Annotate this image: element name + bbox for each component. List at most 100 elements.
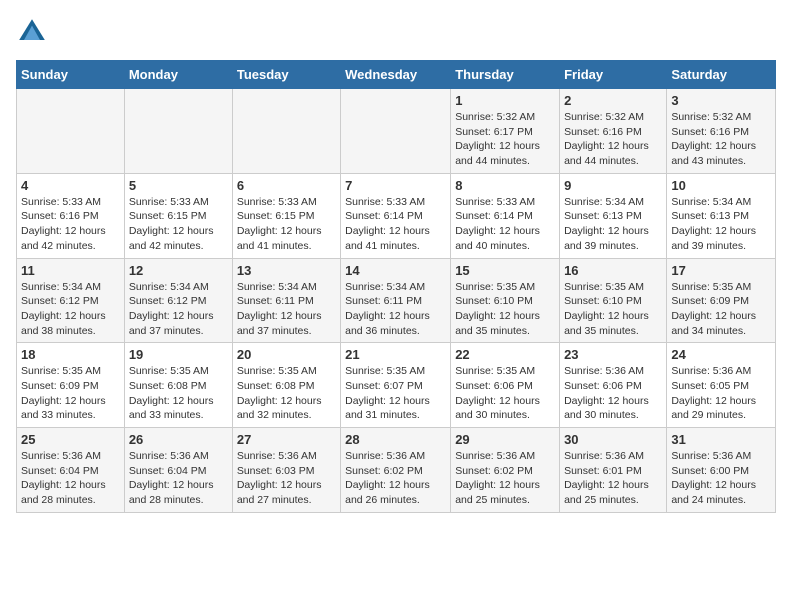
calendar-cell: 15 Sunrise: 5:35 AM Sunset: 6:10 PM Dayli… bbox=[451, 258, 560, 343]
day-number: 24 bbox=[671, 347, 771, 362]
day-number: 8 bbox=[455, 178, 555, 193]
day-number: 1 bbox=[455, 93, 555, 108]
day-number: 30 bbox=[564, 432, 662, 447]
day-number: 21 bbox=[345, 347, 446, 362]
day-number: 17 bbox=[671, 263, 771, 278]
day-number: 14 bbox=[345, 263, 446, 278]
day-info: Sunrise: 5:33 AM Sunset: 6:14 PM Dayligh… bbox=[455, 195, 555, 254]
day-info: Sunrise: 5:32 AM Sunset: 6:16 PM Dayligh… bbox=[564, 110, 662, 169]
day-number: 3 bbox=[671, 93, 771, 108]
day-number: 11 bbox=[21, 263, 120, 278]
calendar-cell: 6 Sunrise: 5:33 AM Sunset: 6:15 PM Daylig… bbox=[232, 173, 340, 258]
day-number: 2 bbox=[564, 93, 662, 108]
day-number: 31 bbox=[671, 432, 771, 447]
calendar-cell bbox=[17, 89, 125, 174]
day-info: Sunrise: 5:36 AM Sunset: 6:03 PM Dayligh… bbox=[237, 449, 336, 508]
day-info: Sunrise: 5:35 AM Sunset: 6:09 PM Dayligh… bbox=[21, 364, 120, 423]
calendar-cell: 29 Sunrise: 5:36 AM Sunset: 6:02 PM Dayli… bbox=[451, 428, 560, 513]
calendar-cell: 28Sunrise: 5:36 AM Sunset: 6:02 PM Dayli… bbox=[341, 428, 451, 513]
calendar-week-row: 11 Sunrise: 5:34 AM Sunset: 6:12 PM Dayli… bbox=[17, 258, 776, 343]
calendar-cell: 7 Sunrise: 5:33 AM Sunset: 6:14 PM Daylig… bbox=[341, 173, 451, 258]
column-header-sunday: Sunday bbox=[17, 61, 125, 89]
day-info: Sunrise: 5:35 AM Sunset: 6:08 PM Dayligh… bbox=[129, 364, 228, 423]
calendar-cell: 19 Sunrise: 5:35 AM Sunset: 6:08 PM Dayli… bbox=[124, 343, 232, 428]
day-number: 16 bbox=[564, 263, 662, 278]
day-info: Sunrise: 5:33 AM Sunset: 6:15 PM Dayligh… bbox=[237, 195, 336, 254]
calendar-week-row: 4 Sunrise: 5:33 AM Sunset: 6:16 PM Daylig… bbox=[17, 173, 776, 258]
calendar-cell: 27 Sunrise: 5:36 AM Sunset: 6:03 PM Dayli… bbox=[232, 428, 340, 513]
calendar-cell: 25Sunrise: 5:36 AM Sunset: 6:04 PM Dayli… bbox=[17, 428, 125, 513]
calendar-week-row: 18 Sunrise: 5:35 AM Sunset: 6:09 PM Dayli… bbox=[17, 343, 776, 428]
day-number: 10 bbox=[671, 178, 771, 193]
calendar-cell: 18 Sunrise: 5:35 AM Sunset: 6:09 PM Dayli… bbox=[17, 343, 125, 428]
day-info: Sunrise: 5:36 AM Sunset: 6:04 PM Dayligh… bbox=[129, 449, 228, 508]
day-info: Sunrise: 5:34 AM Sunset: 6:13 PM Dayligh… bbox=[564, 195, 662, 254]
day-info: Sunrise: 5:35 AM Sunset: 6:08 PM Dayligh… bbox=[237, 364, 336, 423]
logo-icon bbox=[16, 16, 48, 48]
calendar-cell: 30 Sunrise: 5:36 AM Sunset: 6:01 PM Dayli… bbox=[560, 428, 667, 513]
day-info: Sunrise: 5:35 AM Sunset: 6:10 PM Dayligh… bbox=[564, 280, 662, 339]
calendar-cell: 17 Sunrise: 5:35 AM Sunset: 6:09 PM Dayli… bbox=[667, 258, 776, 343]
column-header-thursday: Thursday bbox=[451, 61, 560, 89]
day-info: Sunrise: 5:34 AM Sunset: 6:11 PM Dayligh… bbox=[237, 280, 336, 339]
calendar-cell: 10Sunrise: 5:34 AM Sunset: 6:13 PM Dayli… bbox=[667, 173, 776, 258]
day-number: 20 bbox=[237, 347, 336, 362]
calendar-cell: 1 Sunrise: 5:32 AM Sunset: 6:17 PM Daylig… bbox=[451, 89, 560, 174]
day-number: 23 bbox=[564, 347, 662, 362]
day-info: Sunrise: 5:36 AM Sunset: 6:04 PM Dayligh… bbox=[21, 449, 120, 508]
calendar-cell bbox=[124, 89, 232, 174]
column-header-tuesday: Tuesday bbox=[232, 61, 340, 89]
day-number: 27 bbox=[237, 432, 336, 447]
day-info: Sunrise: 5:36 AM Sunset: 6:05 PM Dayligh… bbox=[671, 364, 771, 423]
day-info: Sunrise: 5:33 AM Sunset: 6:16 PM Dayligh… bbox=[21, 195, 120, 254]
day-info: Sunrise: 5:33 AM Sunset: 6:14 PM Dayligh… bbox=[345, 195, 446, 254]
calendar-cell: 22 Sunrise: 5:35 AM Sunset: 6:06 PM Dayli… bbox=[451, 343, 560, 428]
calendar-cell: 5Sunrise: 5:33 AM Sunset: 6:15 PM Daylig… bbox=[124, 173, 232, 258]
calendar-cell: 8 Sunrise: 5:33 AM Sunset: 6:14 PM Daylig… bbox=[451, 173, 560, 258]
calendar-cell bbox=[341, 89, 451, 174]
day-info: Sunrise: 5:36 AM Sunset: 6:06 PM Dayligh… bbox=[564, 364, 662, 423]
calendar-cell: 3 Sunrise: 5:32 AM Sunset: 6:16 PM Daylig… bbox=[667, 89, 776, 174]
day-number: 29 bbox=[455, 432, 555, 447]
calendar-cell: 20 Sunrise: 5:35 AM Sunset: 6:08 PM Dayli… bbox=[232, 343, 340, 428]
day-number: 13 bbox=[237, 263, 336, 278]
day-info: Sunrise: 5:32 AM Sunset: 6:17 PM Dayligh… bbox=[455, 110, 555, 169]
calendar-cell bbox=[232, 89, 340, 174]
day-number: 6 bbox=[237, 178, 336, 193]
day-number: 4 bbox=[21, 178, 120, 193]
calendar-cell: 24 Sunrise: 5:36 AM Sunset: 6:05 PM Dayli… bbox=[667, 343, 776, 428]
day-number: 18 bbox=[21, 347, 120, 362]
day-info: Sunrise: 5:35 AM Sunset: 6:07 PM Dayligh… bbox=[345, 364, 446, 423]
day-number: 19 bbox=[129, 347, 228, 362]
calendar-cell: 4 Sunrise: 5:33 AM Sunset: 6:16 PM Daylig… bbox=[17, 173, 125, 258]
day-number: 26 bbox=[129, 432, 228, 447]
calendar-header-row: SundayMondayTuesdayWednesdayThursdayFrid… bbox=[17, 61, 776, 89]
day-info: Sunrise: 5:35 AM Sunset: 6:09 PM Dayligh… bbox=[671, 280, 771, 339]
calendar-cell: 14 Sunrise: 5:34 AM Sunset: 6:11 PM Dayli… bbox=[341, 258, 451, 343]
day-info: Sunrise: 5:36 AM Sunset: 6:02 PM Dayligh… bbox=[455, 449, 555, 508]
day-info: Sunrise: 5:36 AM Sunset: 6:00 PM Dayligh… bbox=[671, 449, 771, 508]
calendar-week-row: 25Sunrise: 5:36 AM Sunset: 6:04 PM Dayli… bbox=[17, 428, 776, 513]
calendar-cell: 26 Sunrise: 5:36 AM Sunset: 6:04 PM Dayli… bbox=[124, 428, 232, 513]
day-number: 22 bbox=[455, 347, 555, 362]
calendar-cell: 21 Sunrise: 5:35 AM Sunset: 6:07 PM Dayli… bbox=[341, 343, 451, 428]
calendar-week-row: 1 Sunrise: 5:32 AM Sunset: 6:17 PM Daylig… bbox=[17, 89, 776, 174]
day-info: Sunrise: 5:36 AM Sunset: 6:01 PM Dayligh… bbox=[564, 449, 662, 508]
day-info: Sunrise: 5:34 AM Sunset: 6:12 PM Dayligh… bbox=[129, 280, 228, 339]
day-info: Sunrise: 5:32 AM Sunset: 6:16 PM Dayligh… bbox=[671, 110, 771, 169]
day-number: 9 bbox=[564, 178, 662, 193]
day-info: Sunrise: 5:35 AM Sunset: 6:10 PM Dayligh… bbox=[455, 280, 555, 339]
day-number: 7 bbox=[345, 178, 446, 193]
calendar-cell: 11 Sunrise: 5:34 AM Sunset: 6:12 PM Dayli… bbox=[17, 258, 125, 343]
column-header-saturday: Saturday bbox=[667, 61, 776, 89]
calendar-cell: 2 Sunrise: 5:32 AM Sunset: 6:16 PM Daylig… bbox=[560, 89, 667, 174]
calendar-cell: 12 Sunrise: 5:34 AM Sunset: 6:12 PM Dayli… bbox=[124, 258, 232, 343]
day-info: Sunrise: 5:36 AM Sunset: 6:02 PM Dayligh… bbox=[345, 449, 446, 508]
day-info: Sunrise: 5:35 AM Sunset: 6:06 PM Dayligh… bbox=[455, 364, 555, 423]
day-info: Sunrise: 5:33 AM Sunset: 6:15 PM Dayligh… bbox=[129, 195, 228, 254]
day-number: 12 bbox=[129, 263, 228, 278]
day-info: Sunrise: 5:34 AM Sunset: 6:11 PM Dayligh… bbox=[345, 280, 446, 339]
day-info: Sunrise: 5:34 AM Sunset: 6:12 PM Dayligh… bbox=[21, 280, 120, 339]
column-header-wednesday: Wednesday bbox=[341, 61, 451, 89]
day-number: 15 bbox=[455, 263, 555, 278]
